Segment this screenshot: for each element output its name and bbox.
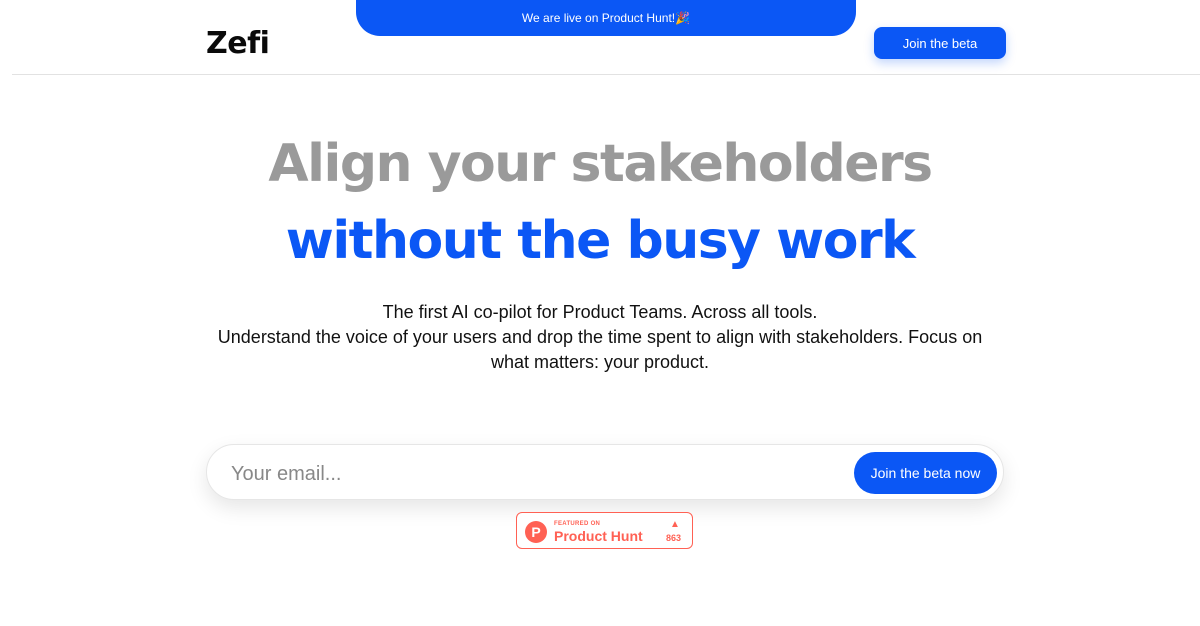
- announcement-text: We are live on Product Hunt!🎉: [521, 11, 691, 25]
- product-hunt-badge[interactable]: P FEATURED ON Product Hunt ▲ 863: [516, 512, 693, 549]
- zefi-logo[interactable]: Zefi: [206, 26, 270, 61]
- landing-page: We are live on Product Hunt!🎉 Zefi Join …: [0, 0, 1200, 626]
- join-beta-button[interactable]: Join the beta: [874, 27, 1006, 59]
- headline-primary: Align your stakeholders: [268, 134, 933, 194]
- announcement-banner[interactable]: We are live on Product Hunt!🎉: [356, 0, 856, 36]
- upvote-count: 863: [666, 533, 682, 543]
- headline-accent: without the busy work: [285, 211, 916, 271]
- upvote-icon: ▲: [670, 519, 680, 530]
- featured-on-label: FEATURED ON: [554, 521, 601, 527]
- product-hunt-logo-icon: P: [525, 521, 547, 543]
- subtitle-description: Understand the voice of your users and d…: [217, 327, 983, 372]
- header-divider: [12, 74, 1200, 75]
- product-hunt-name: Product Hunt: [554, 528, 643, 544]
- email-input[interactable]: [229, 455, 833, 493]
- join-beta-now-button[interactable]: Join the beta now: [854, 452, 997, 494]
- signup-form: Join the beta now: [206, 444, 1004, 500]
- subtitle-tagline: The first AI co-pilot for Product Teams.…: [382, 302, 818, 322]
